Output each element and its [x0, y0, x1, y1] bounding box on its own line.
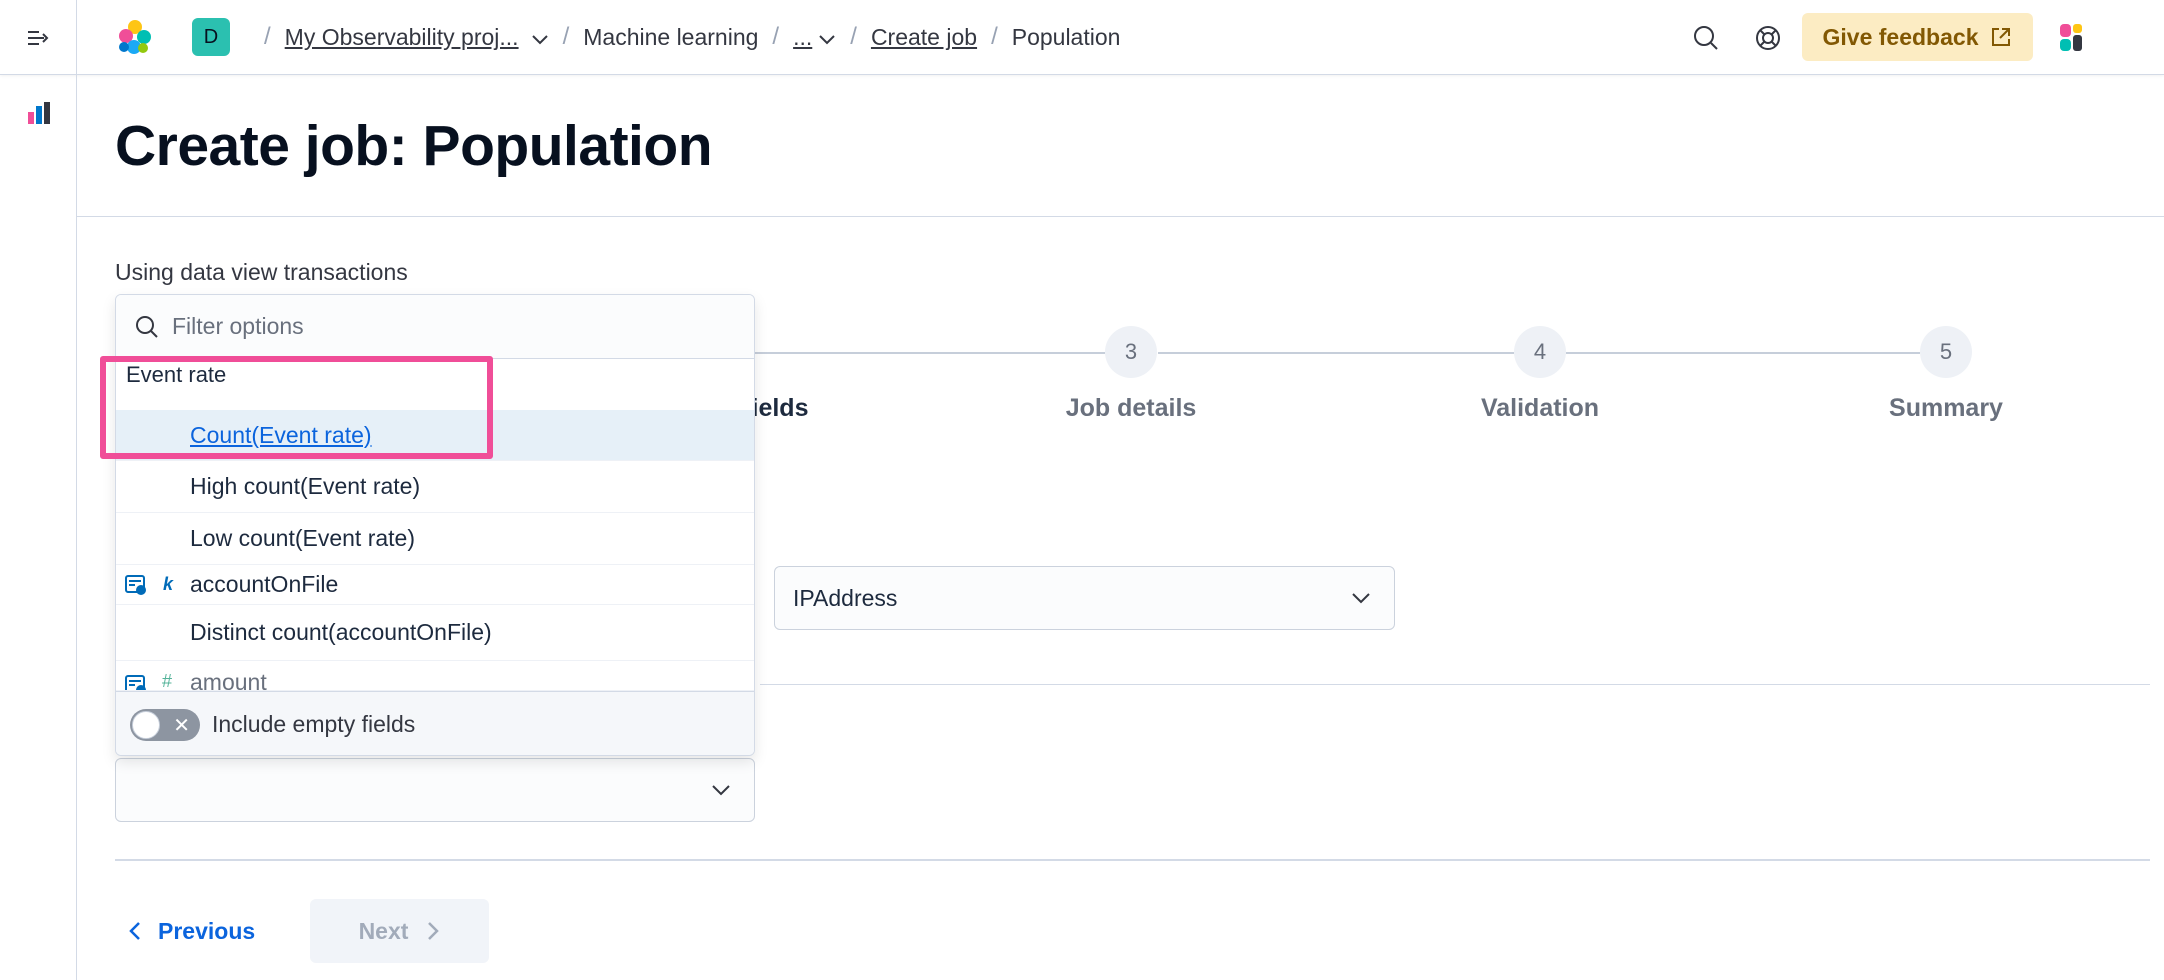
filter-options-box: [116, 295, 754, 359]
search-icon: [136, 315, 158, 338]
breadcrumb-separator: /: [562, 23, 570, 50]
breadcrumb-separator: /: [772, 23, 780, 50]
breadcrumb-project[interactable]: My Observability proj...: [285, 24, 519, 51]
toggle-knob: [132, 710, 160, 739]
option-group-label: Event rate: [126, 362, 227, 387]
next-label: Next: [358, 917, 409, 944]
search-icon[interactable]: [1690, 22, 1722, 54]
option-label: accountOnFile: [190, 571, 339, 597]
population-field-value: IPAddress: [793, 584, 898, 611]
step-4-label: Validation: [1480, 394, 1600, 422]
data-view-label: Using data view transactions: [115, 259, 408, 285]
step-connector: [1566, 352, 1920, 354]
include-empty-fields-label: Include empty fields: [212, 711, 416, 737]
elastic-logo-icon[interactable]: [114, 18, 154, 58]
breadcrumb-current: Population: [1011, 23, 1121, 50]
step-connector: [700, 352, 1105, 354]
option-label: amount: [190, 669, 267, 691]
field-options-dropdown: Event rate Count(Event rate) High count(…: [115, 294, 755, 756]
option-amount[interactable]: # amount: [116, 661, 754, 691]
step-connector: [1158, 352, 1514, 354]
option-count-event-rate[interactable]: Count(Event rate): [116, 410, 754, 461]
breadcrumb-create-job[interactable]: Create job: [871, 24, 977, 51]
breadcrumb: / My Observability proj... / Machine lea…: [250, 20, 1120, 54]
option-high-count-event-rate[interactable]: High count(Event rate): [116, 461, 754, 513]
top-header: D / My Observability proj... / Machine l…: [0, 0, 2164, 75]
chevron-down-icon: [1352, 593, 1370, 604]
chevron-down-icon: [712, 785, 730, 796]
breadcrumb-separator: /: [991, 23, 998, 50]
filter-options-input[interactable]: [172, 313, 732, 340]
sidebar-divider: [76, 0, 77, 980]
breadcrumb-separator: /: [264, 23, 271, 50]
step-3-label: Job details: [1065, 394, 1197, 422]
footer-divider: [115, 859, 2150, 861]
breadcrumb-separator: /: [850, 23, 857, 50]
step-5-circle[interactable]: 5: [1920, 326, 1972, 378]
external-link-icon: [1992, 28, 2011, 46]
previous-button[interactable]: Previous: [128, 906, 255, 956]
option-distinct-count-account-on-file[interactable]: Distinct count(accountOnFile): [116, 605, 754, 661]
include-empty-fields-toggle[interactable]: ✕: [130, 708, 200, 741]
help-icon[interactable]: [1752, 22, 1784, 54]
page-title: Create job: Population: [115, 114, 713, 178]
menu-toggle-icon[interactable]: [24, 24, 52, 52]
breadcrumb-ellipsis[interactable]: ...: [793, 24, 812, 51]
step-3-circle[interactable]: 3: [1105, 326, 1157, 378]
keyword-type-icon: k: [163, 574, 174, 594]
field-list-icon: [125, 574, 146, 595]
chevron-left-icon: [129, 922, 140, 940]
dropdown-footer: ✕ Include empty fields: [116, 691, 754, 755]
give-feedback-label: Give feedback: [1822, 23, 1979, 50]
option-low-count-event-rate[interactable]: Low count(Event rate): [116, 513, 754, 565]
field-list-icon: [125, 675, 146, 690]
option-label: High count(Event rate): [190, 473, 421, 499]
population-field-select[interactable]: IPAddress: [774, 566, 1395, 630]
step-2-label: ields: [751, 394, 809, 422]
option-label: Distinct count(accountOnFile): [190, 619, 492, 645]
chevron-right-icon: [428, 922, 440, 940]
next-button[interactable]: Next: [310, 899, 489, 963]
step-4-circle[interactable]: 4: [1514, 326, 1566, 378]
machine-learning-app-icon[interactable]: [26, 100, 52, 126]
give-feedback-button[interactable]: Give feedback: [1802, 13, 2033, 61]
space-avatar[interactable]: D: [192, 18, 230, 56]
option-label: Low count(Event rate): [190, 525, 416, 551]
section-divider: [760, 684, 2150, 685]
option-label: Count(Event rate): [190, 421, 372, 448]
breadcrumb-machine-learning[interactable]: Machine learning: [583, 24, 758, 51]
chevron-down-icon[interactable]: [531, 24, 549, 51]
option-account-on-file[interactable]: k accountOnFile: [116, 565, 754, 605]
cross-icon: ✕: [173, 714, 190, 737]
title-divider: [77, 216, 2164, 217]
previous-label: Previous: [158, 917, 256, 944]
app-switcher-icon[interactable]: [2060, 24, 2084, 52]
step-5-label: Summary: [1889, 394, 2003, 422]
number-type-icon: #: [162, 671, 173, 691]
field-select[interactable]: [115, 758, 755, 822]
chevron-down-icon[interactable]: [818, 24, 836, 51]
